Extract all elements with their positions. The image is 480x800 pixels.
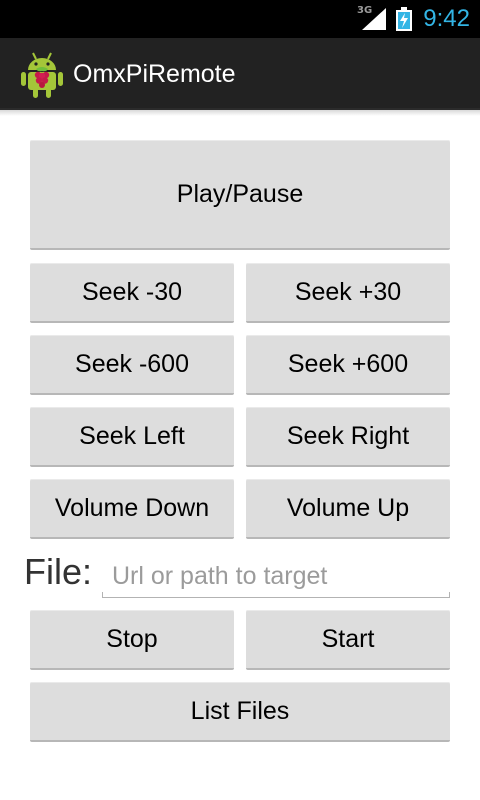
start-button[interactable]: Start <box>246 610 450 670</box>
seek-right-button[interactable]: Seek Right <box>246 407 450 467</box>
app-title: OmxPiRemote <box>73 60 236 88</box>
play-pause-button[interactable]: Play/Pause <box>30 140 450 250</box>
action-bar-shadow <box>0 110 480 116</box>
stop-button[interactable]: Stop <box>30 610 234 670</box>
status-bar: 3G 9:42 <box>0 0 480 38</box>
seek-plus-600-button[interactable]: Seek +600 <box>246 335 450 395</box>
list-files-button[interactable]: List Files <box>30 682 450 742</box>
action-bar: OmxPiRemote <box>0 38 480 110</box>
volume-up-button[interactable]: Volume Up <box>246 479 450 539</box>
seek-plus-30-button[interactable]: Seek +30 <box>246 263 450 323</box>
status-clock: 9:42 <box>423 5 470 32</box>
volume-down-button[interactable]: Volume Down <box>30 479 234 539</box>
seek-minus-30-button[interactable]: Seek -30 <box>30 263 234 323</box>
battery-charging-icon <box>396 7 412 31</box>
input-edge-left <box>102 592 103 598</box>
file-path-input[interactable] <box>102 556 450 598</box>
signal-strength-icon <box>362 8 386 30</box>
android-raspberry-app-icon <box>21 52 63 98</box>
file-label: File: <box>24 551 93 592</box>
seek-minus-600-button[interactable]: Seek -600 <box>30 335 234 395</box>
input-edge-right <box>449 592 450 598</box>
seek-left-button[interactable]: Seek Left <box>30 407 234 467</box>
